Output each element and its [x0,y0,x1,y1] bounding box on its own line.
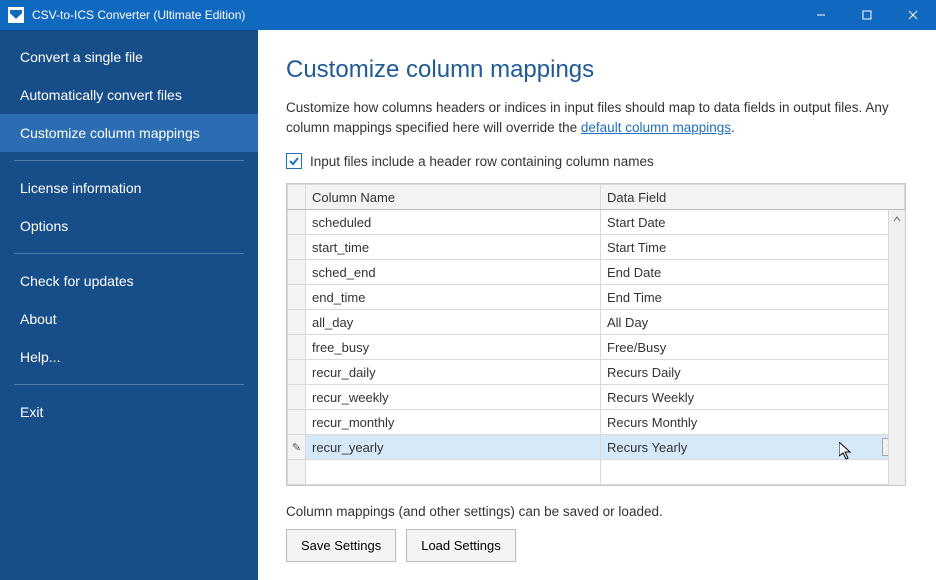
window-title: CSV-to-ICS Converter (Ultimate Edition) [32,8,245,22]
sidebar-item-help[interactable]: Help... [0,338,258,376]
table-row[interactable]: scheduledStart Date [288,210,905,235]
default-mappings-link[interactable]: default column mappings [581,120,731,135]
row-gutter[interactable]: ✎ [288,435,306,460]
page-description: Customize how columns headers or indices… [286,98,908,137]
row-gutter[interactable] [288,235,306,260]
sidebar: Convert a single file Automatically conv… [0,30,258,580]
table-row[interactable]: free_busyFree/Busy [288,335,905,360]
sidebar-item-convert-single[interactable]: Convert a single file [0,38,258,76]
column-name-cell[interactable]: start_time [306,235,601,260]
maximize-button[interactable] [844,0,890,30]
load-settings-button[interactable]: Load Settings [406,529,516,562]
table-row-new[interactable] [288,460,905,485]
row-gutter[interactable] [288,285,306,310]
table-row[interactable]: start_timeStart Time [288,235,905,260]
sidebar-item-license[interactable]: License information [0,169,258,207]
table-row[interactable]: all_dayAll Day [288,310,905,335]
column-name-cell[interactable]: free_busy [306,335,601,360]
row-gutter[interactable] [288,260,306,285]
table-row[interactable]: ✎ recur_yearlyRecurs Yearly [288,435,905,460]
data-field-cell[interactable]: Recurs Daily [601,360,905,385]
grid-corner [288,185,306,210]
sidebar-item-updates[interactable]: Check for updates [0,262,258,300]
column-name-cell[interactable]: all_day [306,310,601,335]
save-settings-button[interactable]: Save Settings [286,529,396,562]
row-gutter[interactable] [288,335,306,360]
table-row[interactable]: sched_endEnd Date [288,260,905,285]
main-panel: Customize column mappings Customize how … [258,30,936,580]
row-gutter[interactable] [288,210,306,235]
column-name-cell[interactable]: recur_daily [306,360,601,385]
row-gutter[interactable] [288,385,306,410]
data-field-cell[interactable] [601,460,905,485]
data-field-cell[interactable]: Free/Busy [601,335,905,360]
column-name-cell[interactable]: recur_yearly [306,435,601,460]
page-title: Customize column mappings [286,56,908,84]
sidebar-item-exit[interactable]: Exit [0,393,258,431]
app-icon [8,7,24,23]
pencil-icon: ✎ [294,441,299,454]
grid-scrollbar[interactable] [888,210,905,485]
data-field-cell[interactable]: Start Date [601,210,905,235]
sidebar-divider [14,160,244,161]
close-button[interactable] [890,0,936,30]
sidebar-item-options[interactable]: Options [0,207,258,245]
data-field-cell[interactable]: Recurs Weekly [601,385,905,410]
row-gutter[interactable] [288,310,306,335]
save-note: Column mappings (and other settings) can… [286,504,908,519]
checkbox-icon [286,153,302,169]
minimize-button[interactable] [798,0,844,30]
row-gutter[interactable] [288,360,306,385]
sidebar-item-customize-mappings[interactable]: Customize column mappings [0,114,258,152]
data-field-cell[interactable]: Start Time [601,235,905,260]
column-name-cell[interactable]: scheduled [306,210,601,235]
window-controls [798,0,936,30]
table-row[interactable]: recur_monthlyRecurs Monthly [288,410,905,435]
table-row[interactable]: recur_weeklyRecurs Weekly [288,385,905,410]
sidebar-item-about[interactable]: About [0,300,258,338]
column-name-cell[interactable]: recur_weekly [306,385,601,410]
data-field-cell[interactable]: Recurs Monthly [601,410,905,435]
column-name-cell[interactable] [306,460,601,485]
sidebar-item-auto-convert[interactable]: Automatically convert files [0,76,258,114]
mappings-grid[interactable]: Column Name Data Field scheduledStart Da… [286,183,906,486]
grid-header-data-field[interactable]: Data Field [601,185,905,210]
grid-header-column-name[interactable]: Column Name [306,185,601,210]
row-gutter[interactable] [288,410,306,435]
data-field-cell[interactable]: Recurs Yearly [601,435,905,460]
scroll-up-icon[interactable] [889,210,905,227]
data-field-cell[interactable]: End Date [601,260,905,285]
table-row[interactable]: end_timeEnd Time [288,285,905,310]
titlebar: CSV-to-ICS Converter (Ultimate Edition) [0,0,936,30]
row-gutter[interactable] [288,460,306,485]
data-field-cell[interactable]: End Time [601,285,905,310]
column-name-cell[interactable]: sched_end [306,260,601,285]
header-row-checkbox[interactable]: Input files include a header row contain… [286,153,908,169]
column-name-cell[interactable]: end_time [306,285,601,310]
sidebar-divider [14,253,244,254]
column-name-cell[interactable]: recur_monthly [306,410,601,435]
data-field-cell[interactable]: All Day [601,310,905,335]
table-row[interactable]: recur_dailyRecurs Daily [288,360,905,385]
checkbox-label: Input files include a header row contain… [310,154,654,169]
sidebar-divider [14,384,244,385]
